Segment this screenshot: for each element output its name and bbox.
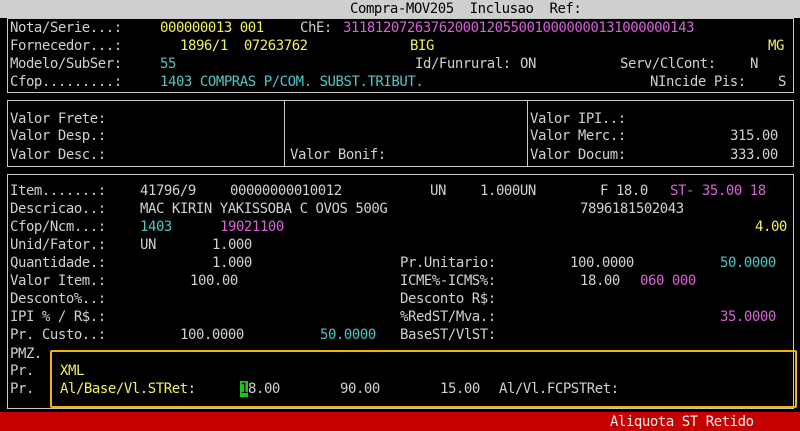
cfop-value[interactable]: 1403 COMPRAS P/COM. SUBST.TRIBUT. <box>160 73 424 91</box>
xml-st-retido-box <box>50 350 797 408</box>
title-bar: Compra-MOV205 Inclusao Ref: <box>0 0 800 18</box>
valor-docum-value: 333.00 <box>730 147 778 163</box>
valores-divider-right <box>527 100 528 167</box>
ipi-pct-rs-label: IPI % / R$.: <box>10 309 106 325</box>
stret-aliquota-rest: 8.00 <box>247 381 280 397</box>
valores-divider-left <box>284 100 285 167</box>
item-code[interactable]: 41796/9 <box>140 182 196 200</box>
fator-value[interactable]: 1.000 <box>212 236 252 254</box>
item-tax-st: ST- 35.00 18 <box>670 183 766 199</box>
valor-bonif-label: Valor Bonif: <box>290 147 386 163</box>
descricao-value: MAC KIRIN YAKISSOBA C OVOS 500G <box>140 201 388 217</box>
valor-merc-value: 315.00 <box>730 128 778 144</box>
xml-title: XML <box>60 363 84 379</box>
stret-base-value[interactable]: 90.00 <box>340 380 380 398</box>
valores-panel <box>7 100 794 167</box>
item-label: Item.......: <box>10 183 106 199</box>
cfop-ncm-value[interactable]: 19021100 <box>220 218 284 236</box>
valor-desc-label: Valor Desc.: <box>10 147 106 163</box>
nincide-pis-value[interactable]: S <box>778 73 786 91</box>
status-message: Aliquota ST Retido <box>610 414 754 430</box>
window-title: Compra-MOV205 Inclusao Ref: <box>350 1 582 17</box>
nincide-pis-label: NIncide Pis: <box>650 74 746 90</box>
valor-desp-label: Valor Desp.: <box>10 128 106 144</box>
che-value[interactable]: 3118120726376200012055001000000013100000… <box>343 19 695 37</box>
fornecedor-name: BIG <box>410 38 434 54</box>
pmz-label: PMZ. <box>10 346 42 362</box>
stret-valor-value[interactable]: 15.00 <box>440 380 480 398</box>
pr-label-1: Pr. <box>10 363 34 379</box>
icme-value[interactable]: 18.00 <box>580 272 620 290</box>
modelo-label: Modelo/SubSer: <box>10 56 122 72</box>
cfop-ncm-cfop[interactable]: 1403 <box>140 218 172 236</box>
modelo-value[interactable]: 55 <box>160 55 176 73</box>
che-label: ChE: <box>300 20 332 36</box>
funrural-value[interactable]: ON <box>520 55 536 73</box>
valor-merc-label: Valor Merc.: <box>530 128 626 144</box>
desconto-pct-label: Desconto%..: <box>10 291 106 307</box>
item-tax-f: F 18.0 <box>600 183 648 199</box>
icme-icms-label: ICME%-ICMS%: <box>400 273 496 289</box>
status-bar: Aliquota ST Retido <box>0 412 800 431</box>
pr-custo-value[interactable]: 100.0000 <box>180 326 244 344</box>
fcpst-ret-label: Al/Vl.FCPSTRet: <box>499 381 619 397</box>
valor-ipi-label: Valor IPI..: <box>530 111 626 127</box>
unid-value[interactable]: UN <box>140 236 156 254</box>
unid-fator-label: Unid/Fator.: <box>10 237 106 253</box>
quantidade-value[interactable]: 1.000 <box>212 254 252 272</box>
redst-mva-label: %RedST/Mva.: <box>400 309 496 325</box>
funrural-label: Id/Funrural: <box>415 56 511 72</box>
pr-label-2: Pr. <box>10 381 34 397</box>
pr-custo-value-2: 50.0000 <box>320 327 376 343</box>
valor-item-value[interactable]: 100.00 <box>190 272 238 290</box>
desconto-rs-label: Desconto R$: <box>400 291 496 307</box>
stret-aliquota-input[interactable]: 18.00 <box>240 380 280 398</box>
valor-item-label: Valor Item.: <box>10 273 106 289</box>
cfop-ncm-label: Cfop/Ncm...: <box>10 219 106 235</box>
pr-unitario-value[interactable]: 100.0000 <box>570 254 634 272</box>
cfop-label: Cfop.........: <box>10 74 122 90</box>
nota-label: Nota/Serie...: <box>10 20 122 36</box>
valor-frete-label: Valor Frete: <box>10 111 106 127</box>
stret-label: Al/Base/Vl.STRet: <box>60 381 196 397</box>
descricao-label: Descricao..: <box>10 201 106 217</box>
serv-clcont-value[interactable]: N <box>750 55 758 73</box>
valor-docum-label: Valor Docum: <box>530 147 626 163</box>
fornecedor-uf: MG <box>768 38 784 54</box>
cfop-ncm-extra: 4.00 <box>755 219 787 235</box>
icms-cst-value: 060 000 <box>640 273 696 289</box>
pr-custo-label: Pr. Custo..: <box>10 327 106 343</box>
text-cursor: 1 <box>240 381 248 397</box>
basest-vlst-label: BaseST/VlST: <box>400 327 496 343</box>
serv-clcont-label: Serv/ClCont: <box>620 56 716 72</box>
fornecedor-label: Fornecedor...: <box>10 38 122 54</box>
quantidade-label: Quantidade.: <box>10 255 106 271</box>
pr-unitario-value-2: 50.0000 <box>720 255 776 271</box>
item-ean: 00000000010012 <box>230 183 342 199</box>
item-quantity: 1.000UN <box>480 183 536 199</box>
nota-serie-value[interactable]: 000000013 001 <box>160 19 264 37</box>
item-unit: UN <box>430 183 446 199</box>
pr-unitario-label: Pr.Unitario: <box>400 255 496 271</box>
redst-mva-value[interactable]: 35.0000 <box>720 308 776 326</box>
fornecedor-value[interactable]: 1896/1 07263762 <box>180 37 308 55</box>
descricao-barcode: 7896181502043 <box>580 201 684 217</box>
